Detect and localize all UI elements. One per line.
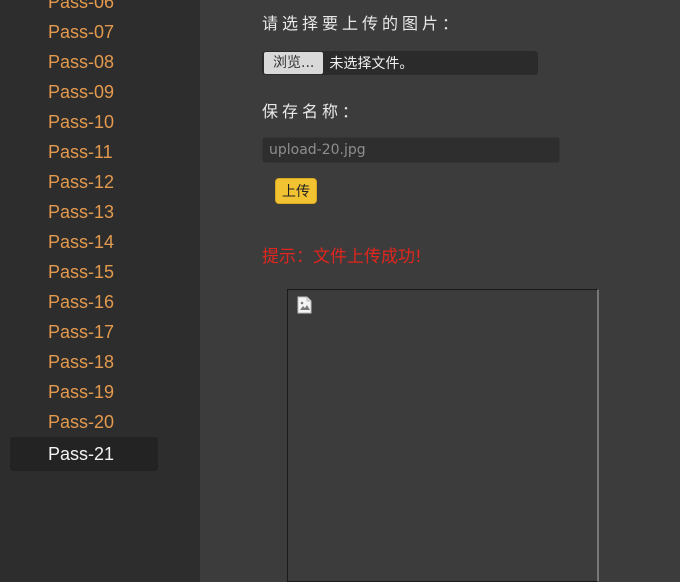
file-input[interactable]: 浏览... 未选择文件。 bbox=[262, 51, 538, 75]
image-preview bbox=[287, 289, 599, 582]
sidebar-item-pass-10[interactable]: Pass-10 bbox=[10, 107, 158, 137]
sidebar-item-pass-12[interactable]: Pass-12 bbox=[10, 167, 158, 197]
sidebar-item-pass-14[interactable]: Pass-14 bbox=[10, 227, 158, 257]
sidebar-item-pass-21[interactable]: Pass-21 bbox=[10, 437, 158, 471]
sidebar-item-pass-19[interactable]: Pass-19 bbox=[10, 377, 158, 407]
sidebar-item-pass-20[interactable]: Pass-20 bbox=[10, 407, 158, 437]
upload-label: 请选择要上传的图片： bbox=[262, 14, 463, 33]
app-window: Pass-06 Pass-07 Pass-08 Pass-09 Pass-10 … bbox=[0, 0, 680, 582]
sidebar-list: Pass-06 Pass-07 Pass-08 Pass-09 Pass-10 … bbox=[10, 0, 158, 471]
sidebar-item-pass-06[interactable]: Pass-06 bbox=[10, 0, 158, 17]
broken-image-icon bbox=[297, 296, 312, 314]
sidebar-item-pass-11[interactable]: Pass-11 bbox=[10, 137, 158, 167]
sidebar-item-pass-07[interactable]: Pass-07 bbox=[10, 17, 158, 47]
save-name-label: 保存名称： bbox=[262, 102, 363, 121]
sidebar-item-pass-08[interactable]: Pass-08 bbox=[10, 47, 158, 77]
main-content: 请选择要上传的图片： 浏览... 未选择文件。 保存名称： 上传 提示：文件上传… bbox=[200, 0, 680, 582]
sidebar-item-pass-17[interactable]: Pass-17 bbox=[10, 317, 158, 347]
save-name-input[interactable] bbox=[262, 137, 560, 163]
sidebar-item-pass-15[interactable]: Pass-15 bbox=[10, 257, 158, 287]
upload-success-message: 提示：文件上传成功! bbox=[262, 247, 422, 267]
sidebar-item-pass-13[interactable]: Pass-13 bbox=[10, 197, 158, 227]
sidebar-item-pass-16[interactable]: Pass-16 bbox=[10, 287, 158, 317]
sidebar: Pass-06 Pass-07 Pass-08 Pass-09 Pass-10 … bbox=[0, 0, 200, 582]
file-status-text: 未选择文件。 bbox=[329, 56, 414, 72]
sidebar-item-pass-09[interactable]: Pass-09 bbox=[10, 77, 158, 107]
sidebar-item-pass-18[interactable]: Pass-18 bbox=[10, 347, 158, 377]
upload-button[interactable]: 上传 bbox=[275, 178, 317, 204]
browse-button[interactable]: 浏览... bbox=[264, 52, 324, 74]
